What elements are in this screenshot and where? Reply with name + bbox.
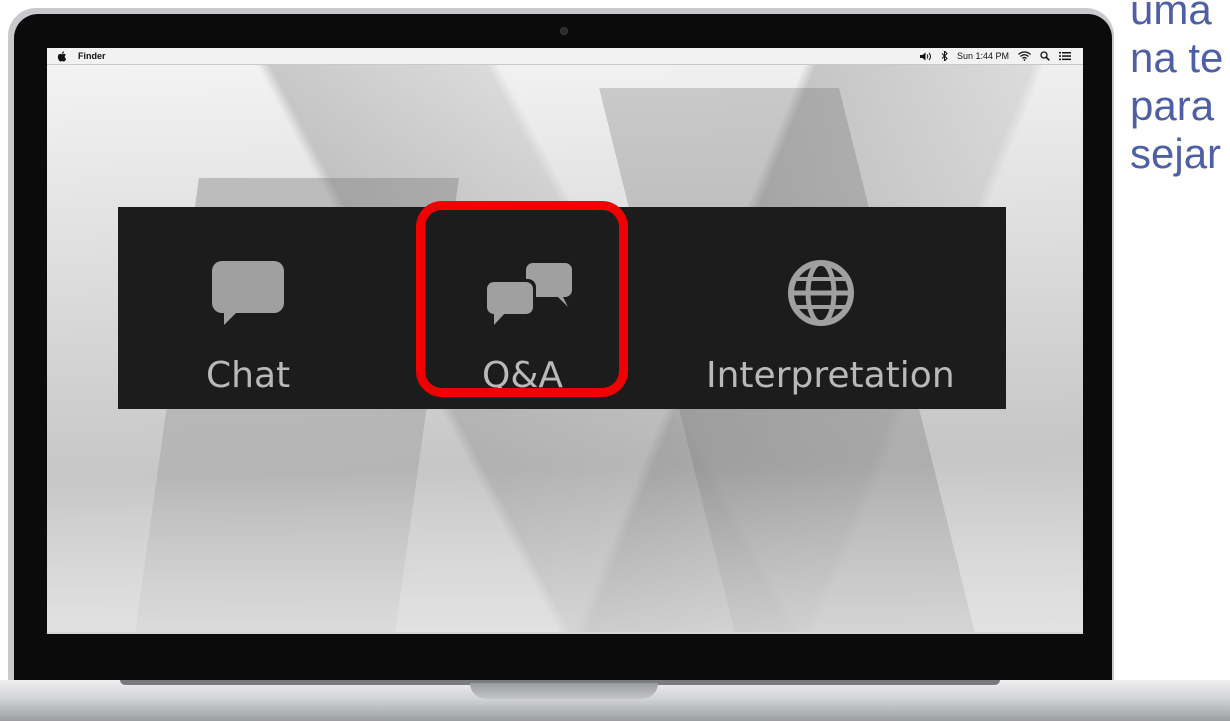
mac-menu-bar: Finder Sun 1:44 PM (47, 48, 1083, 65)
slide-text: uma na te para sejar (1130, 0, 1230, 178)
screen-chin (47, 632, 1083, 634)
apple-logo-icon[interactable] (57, 50, 68, 62)
volume-icon[interactable] (919, 52, 932, 61)
slide-text-line: uma (1130, 0, 1212, 33)
interpretation-label: Interpretation (706, 355, 955, 396)
spotlight-search-icon[interactable] (1040, 51, 1050, 61)
slide-text-line: para (1130, 82, 1215, 129)
globe-icon (788, 260, 854, 326)
camera-icon (560, 27, 568, 35)
bluetooth-icon[interactable] (941, 51, 948, 61)
qa-highlight-box (416, 201, 628, 397)
chat-bubble-icon (212, 261, 284, 325)
laptop-opening-notch (470, 683, 658, 699)
chat-label: Chat (206, 355, 291, 396)
active-app-name[interactable]: Finder (78, 51, 106, 61)
slide-text-line: sejar (1130, 130, 1222, 177)
chat-button[interactable]: Chat (178, 207, 318, 409)
wifi-icon[interactable] (1018, 51, 1031, 61)
notification-center-icon[interactable] (1059, 51, 1071, 61)
interpretation-button[interactable]: Interpretation (690, 207, 955, 409)
status-area: Sun 1:44 PM (919, 51, 1071, 61)
slide-text-line: na te (1130, 34, 1224, 81)
wallpaper-haze (47, 468, 1083, 633)
menubar-clock[interactable]: Sun 1:44 PM (957, 51, 1009, 61)
